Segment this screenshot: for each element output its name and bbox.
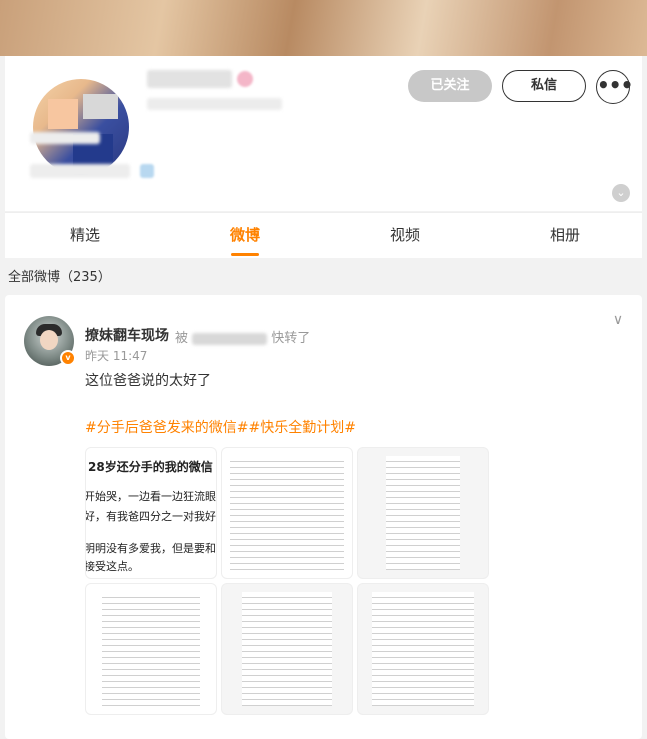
profile-cover-banner: [0, 0, 647, 56]
profile-badge-icon: [237, 71, 253, 87]
post-image[interactable]: [221, 583, 353, 715]
image-text-line: 28岁还分手的我的微信: [88, 460, 213, 474]
post-topics[interactable]: #分手后爸爸发来的微信##快乐全勤计划#: [85, 417, 356, 437]
profile-info-obscured: [30, 164, 130, 178]
tab-video[interactable]: 视频: [365, 213, 445, 258]
post-time[interactable]: 昨天 11:47: [85, 347, 147, 364]
chevron-down-icon[interactable]: ∨: [607, 309, 629, 331]
repost-user-obscured[interactable]: [192, 332, 268, 345]
profile-header: 已关注 私信 ••• ⌄: [5, 56, 642, 211]
image-text-line: 接受这点。: [85, 560, 139, 573]
more-options-button[interactable]: •••: [596, 70, 633, 104]
profile-info-icon: [140, 164, 154, 178]
profile-stats-obscured: [147, 98, 282, 110]
tab-weibo[interactable]: 微博: [205, 213, 285, 258]
repost-prefix: 被: [175, 331, 189, 346]
chevron-down-icon[interactable]: ⌄: [612, 184, 630, 202]
profile-bio-obscured: [30, 132, 100, 144]
tab-featured[interactable]: 精选: [45, 213, 125, 258]
post-image[interactable]: 28岁还分手的我的微信 开始哭，一边看一边狂流眼泪， 好，有我爸四分之一对我好，…: [85, 447, 217, 579]
tab-album[interactable]: 相册: [525, 213, 605, 258]
repost-suffix: 快转了: [271, 331, 311, 346]
image-text-line: 开始哭，一边看一边狂流眼泪，: [85, 490, 216, 503]
profile-tabs: 精选 微博 视频 相册: [5, 212, 642, 258]
post-image[interactable]: [221, 447, 353, 579]
message-button[interactable]: 私信: [502, 70, 586, 102]
post-text: 这位爸爸说的太好了: [85, 373, 211, 389]
profile-avatar[interactable]: [30, 76, 132, 178]
profile-name-obscured: [147, 70, 232, 88]
repost-info: 被 快转了: [175, 327, 310, 346]
post-card: v 撩妹翻车现场 被 快转了 昨天 11:47 ∨ 这位爸爸说的太好了 #分手后…: [5, 295, 642, 739]
post-count-label[interactable]: 全部微博（235）: [8, 266, 111, 285]
post-image[interactable]: [357, 447, 489, 579]
followed-button[interactable]: 已关注: [408, 70, 492, 102]
post-image[interactable]: [85, 583, 217, 715]
verified-badge-icon: v: [60, 350, 76, 366]
image-text-line: 明明没有多爱我，但是要和我: [85, 542, 217, 555]
author-name[interactable]: 撩妹翻车现场: [85, 325, 169, 345]
image-text-line: 好，有我爸四分之一对我好，: [85, 510, 217, 523]
post-image[interactable]: [357, 583, 489, 715]
